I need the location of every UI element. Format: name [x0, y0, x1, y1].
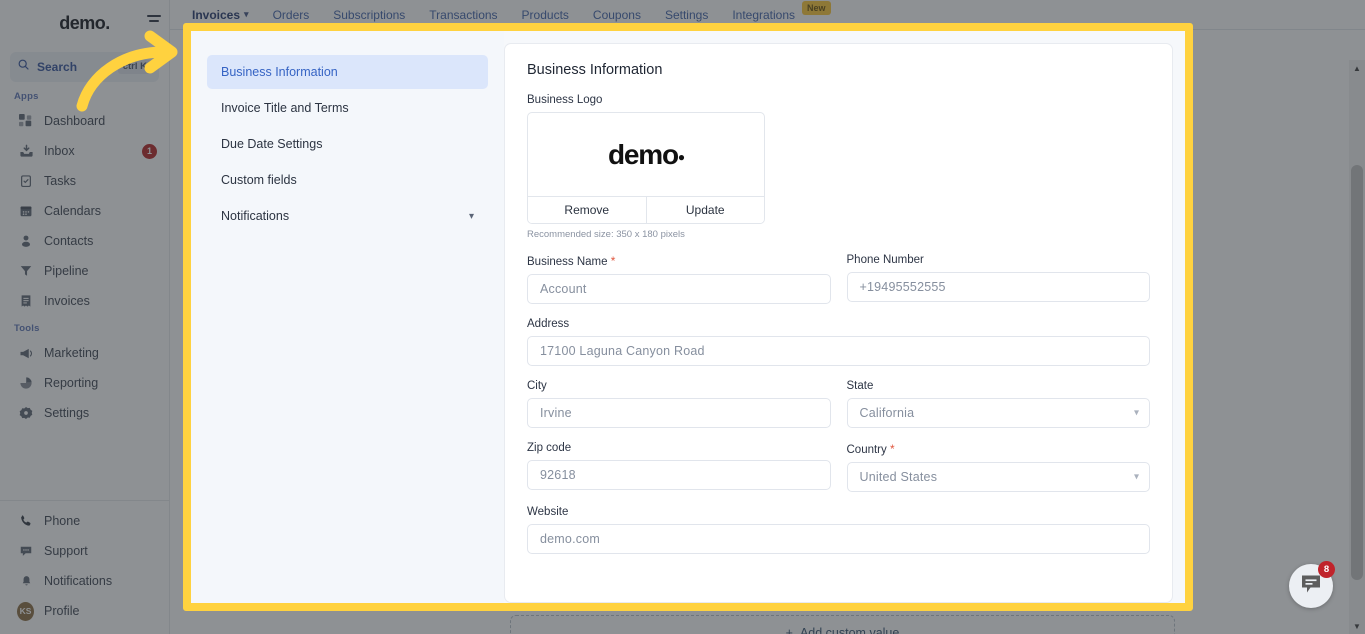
- row-name-phone: Business Name * Phone Number: [527, 254, 1150, 304]
- field-country: Country * ▾: [846, 442, 1151, 492]
- business-name-input[interactable]: [527, 274, 831, 304]
- chat-widget-button[interactable]: 8: [1289, 561, 1335, 608]
- state-select-wrap: ▾: [846, 398, 1150, 428]
- phone-number-input[interactable]: [846, 272, 1150, 302]
- business-logo-box: demo ● Remove Update: [527, 112, 765, 224]
- modal-nav-custom-fields[interactable]: Custom fields: [207, 163, 488, 197]
- field-state: State ▾: [846, 380, 1150, 428]
- row-website: Website: [527, 506, 1150, 554]
- state-label: State: [846, 380, 874, 392]
- address-input[interactable]: [527, 336, 1150, 366]
- zip-code-input[interactable]: [527, 460, 831, 490]
- app-root: demo. Search ctrl K Apps Dashboard: [0, 0, 1365, 634]
- business-logo-image: demo ●: [528, 113, 764, 196]
- city-input[interactable]: [527, 398, 831, 428]
- address-label: Address: [527, 318, 570, 330]
- business-logo-text: demo: [608, 138, 679, 170]
- modal-nav-label: Invoice Title and Terms: [221, 101, 349, 115]
- city-label: City: [527, 380, 547, 392]
- field-business-name: Business Name *: [527, 254, 831, 304]
- label-text: Country: [846, 444, 887, 456]
- chat-bubble-icon: [1299, 572, 1323, 601]
- country-select-wrap: ▾: [846, 462, 1150, 492]
- business-logo-dot: ●: [677, 149, 685, 164]
- row-zip-country: Zip code Country * ▾: [527, 442, 1150, 492]
- zip-code-label: Zip code: [527, 442, 572, 454]
- modal-content: Business Information Business Logo demo ●…: [504, 31, 1185, 603]
- website-label: Website: [527, 506, 569, 518]
- chevron-down-icon: ▾: [468, 210, 474, 222]
- business-information-card: Business Information Business Logo demo ●…: [504, 43, 1173, 603]
- state-select[interactable]: [846, 398, 1150, 428]
- update-logo-button[interactable]: Update: [646, 197, 764, 223]
- field-city: City: [527, 380, 831, 428]
- website-input[interactable]: [527, 524, 1150, 554]
- country-label: Country *: [847, 442, 1151, 456]
- card-title: Business Information: [527, 62, 663, 78]
- required-asterisk: *: [889, 442, 895, 456]
- modal-nav-label: Due Date Settings: [221, 137, 323, 151]
- field-website: Website: [527, 506, 1150, 554]
- field-zip-code: Zip code: [527, 442, 831, 492]
- business-name-label: Business Name *: [527, 254, 831, 268]
- modal-nav-label: Custom fields: [221, 173, 297, 187]
- logo-size-hint: Recommended size: 350 x 180 pixels: [527, 229, 685, 240]
- label-text: Business Name: [527, 256, 608, 268]
- logo-action-row: Remove Update: [528, 196, 764, 223]
- modal-nav-due-date-settings[interactable]: Due Date Settings: [207, 127, 488, 161]
- modal-nav-label: Business Information: [221, 65, 338, 79]
- phone-number-label: Phone Number: [846, 254, 924, 266]
- chat-unread-badge: 8: [1318, 561, 1335, 578]
- modal-nav-invoice-title-and-terms[interactable]: Invoice Title and Terms: [207, 91, 488, 125]
- field-phone-number: Phone Number: [846, 254, 1150, 304]
- modal-nav-business-information[interactable]: Business Information: [207, 55, 488, 89]
- row-address: Address: [527, 318, 1150, 366]
- row-city-state: City State ▾: [527, 380, 1150, 428]
- invoice-settings-modal: Business Information Invoice Title and T…: [183, 23, 1193, 611]
- country-select[interactable]: [846, 462, 1150, 492]
- required-asterisk: *: [610, 254, 616, 268]
- modal-side-nav: Business Information Invoice Title and T…: [191, 31, 504, 603]
- remove-logo-button[interactable]: Remove: [528, 197, 647, 223]
- field-address: Address: [527, 318, 1150, 366]
- modal-nav-notifications[interactable]: Notifications ▾: [207, 199, 488, 233]
- business-logo-label: Business Logo: [527, 94, 603, 106]
- modal-nav-label: Notifications: [221, 209, 290, 223]
